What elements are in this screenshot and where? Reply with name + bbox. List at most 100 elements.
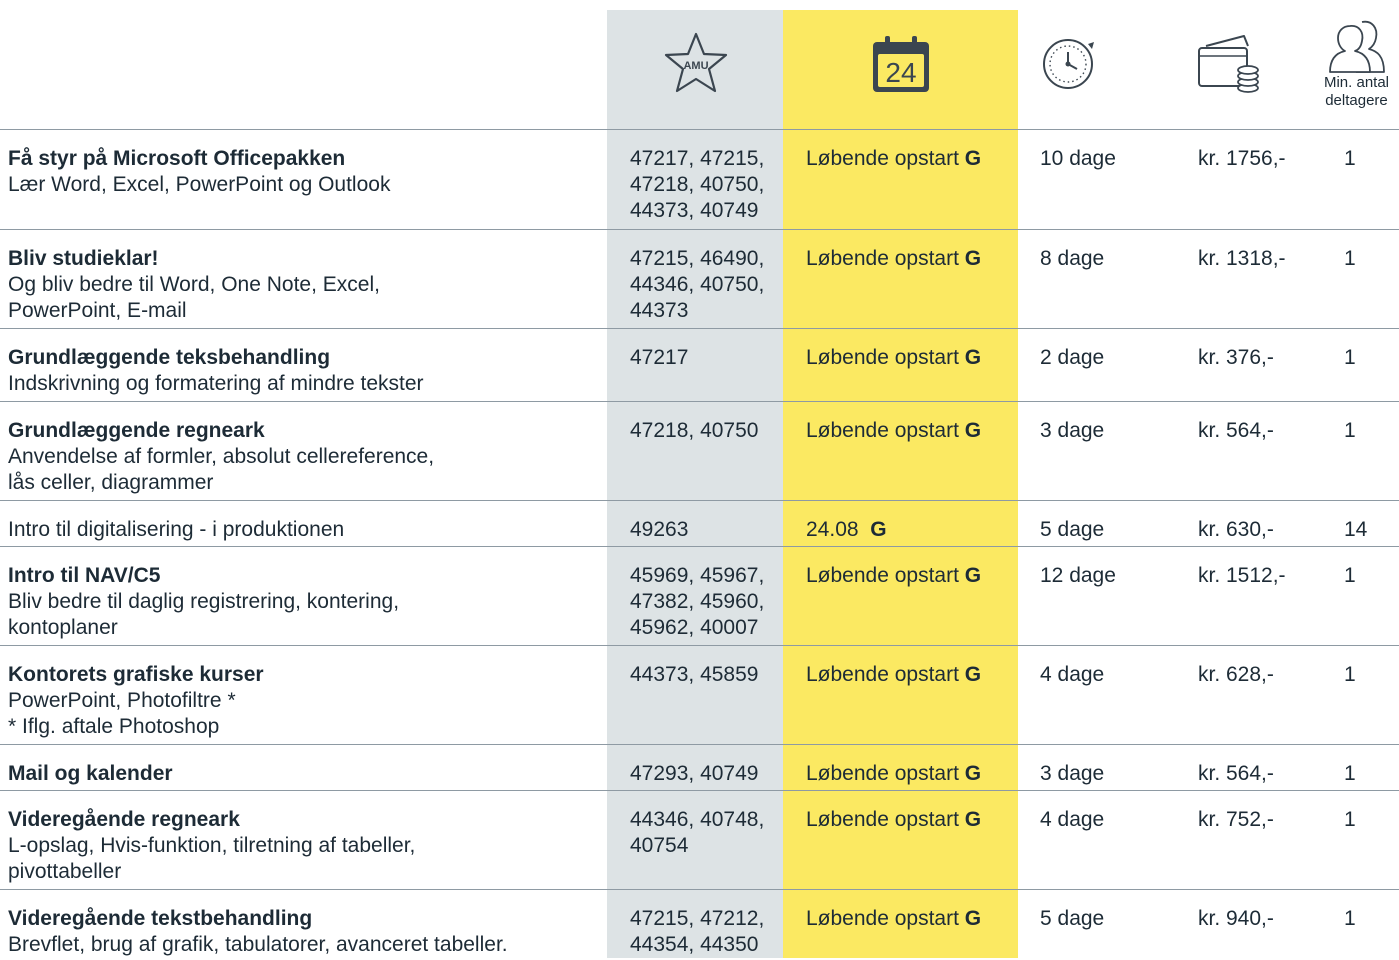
start-date-cell: Løbende opstart G	[806, 418, 1016, 444]
course-description: Brevflet, brug af grafik, tabulatorer, a…	[8, 933, 508, 956]
amu-number-line: 47215, 47212,	[630, 907, 765, 930]
min-participants-cell: 1	[1344, 808, 1356, 831]
amu-number-line: 44354, 44350	[630, 933, 759, 956]
start-text: Løbende opstart	[806, 762, 959, 785]
amu-number-line: 44346, 40748,	[630, 808, 765, 831]
amu-icon-label: AMU	[683, 60, 708, 72]
table-row: Grundlæggende regneark Anvendelse af form…	[0, 401, 1399, 501]
table-row: Intro til NAV/C5 Bliv bedre til daglig re…	[0, 546, 1399, 646]
course-title: Videregående tekstbehandling	[8, 907, 313, 930]
start-flag: G	[964, 564, 982, 587]
course-name-cell: Mail og kalender	[8, 761, 603, 787]
course-description: Lær Word, Excel, PowerPoint og Outlook	[8, 173, 391, 196]
course-description: * Iflg. aftale Photoshop	[8, 715, 220, 738]
amu-number-line: 47215, 46490,	[630, 247, 765, 270]
start-flag: G	[870, 518, 887, 541]
min-participants-cell: 14	[1344, 518, 1368, 541]
course-description: Indskrivning og formatering af mindre te…	[8, 372, 424, 395]
price-cell: kr. 1512,-	[1198, 564, 1286, 587]
start-text: Løbende opstart	[806, 247, 959, 270]
table-row: Grundlæggende teksbehandling Indskrivning…	[0, 328, 1399, 402]
amu-numbers-cell: 44373, 45859	[630, 662, 780, 688]
duration-cell: 5 dage	[1040, 907, 1105, 930]
start-flag: G	[964, 663, 982, 686]
table-row: Kontorets grafiske kurser PowerPoint, Pho…	[0, 645, 1399, 745]
course-title: Mail og kalender	[8, 762, 173, 785]
calendar-icon-number: 24	[885, 57, 916, 88]
table-row: Intro til digitalisering - i produktione…	[0, 500, 1399, 547]
start-text: Løbende opstart	[806, 147, 959, 170]
start-date-cell: 24.08 G	[806, 517, 1016, 543]
course-description: kontoplaner	[8, 616, 118, 639]
start-flag: G	[964, 346, 982, 369]
price-cell: kr. 628,-	[1198, 663, 1274, 686]
min-participants-label: Min. antal deltagere	[1323, 74, 1390, 109]
price-cell: kr. 564,-	[1198, 419, 1274, 442]
course-name-cell: Intro til NAV/C5 Bliv bedre til daglig re…	[8, 563, 603, 641]
amu-numbers-cell: 47215, 47212, 44354, 44350	[630, 906, 780, 958]
amu-number-line: 47218, 40750	[630, 419, 759, 442]
start-date-cell: Løbende opstart G	[806, 146, 1016, 172]
start-text: Løbende opstart	[806, 419, 959, 442]
course-title: Grundlæggende regneark	[8, 419, 265, 442]
course-title: Videregående regneark	[8, 808, 240, 831]
course-name-cell: Kontorets grafiske kurser PowerPoint, Pho…	[8, 662, 603, 740]
price-cell: kr. 564,-	[1198, 762, 1274, 785]
amu-numbers-cell: 45969, 45967, 47382, 45960, 45962, 40007	[630, 563, 780, 641]
table-row: Få styr på Microsoft Officepakken Lær Wor…	[0, 129, 1399, 230]
amu-number-line: 47217, 47215,	[630, 147, 765, 170]
table-row: Bliv studieklar! Og bliv bedre til Word, …	[0, 229, 1399, 329]
amu-number-line: 49263	[630, 518, 689, 541]
table-header: AMU 24 Min. antal deltagere	[0, 0, 1399, 130]
start-date-cell: Løbende opstart G	[806, 807, 1016, 833]
min-participants-cell: 1	[1344, 762, 1356, 785]
amu-numbers-cell: 47293, 40749	[630, 761, 780, 787]
course-description: PowerPoint, E-mail	[8, 299, 187, 322]
amu-number-line: 47217	[630, 346, 689, 369]
course-title: Intro til NAV/C5	[8, 564, 161, 587]
course-description: Og bliv bedre til Word, One Note, Excel,	[8, 273, 380, 296]
amu-number-line: 44373, 40749	[630, 199, 759, 222]
min-participants-cell: 1	[1344, 247, 1356, 270]
amu-number-line: 40754	[630, 834, 689, 857]
start-flag: G	[964, 808, 982, 831]
course-name-cell: Videregående regneark L-opslag, Hvis-funk…	[8, 807, 603, 885]
calendar-icon: 24	[873, 36, 929, 92]
start-text: 24.08	[806, 518, 865, 541]
money-icon	[1198, 35, 1259, 93]
min-participants-cell: 1	[1344, 346, 1356, 369]
amu-number-line: 44373	[630, 299, 689, 322]
start-text: Løbende opstart	[806, 907, 959, 930]
table-row: Videregående tekstbehandling Brevflet, br…	[0, 889, 1399, 960]
table-row: Videregående regneark L-opslag, Hvis-funk…	[0, 790, 1399, 890]
start-date-cell: Løbende opstart G	[806, 563, 1016, 589]
start-flag: G	[964, 419, 982, 442]
amu-numbers-cell: 47215, 46490, 44346, 40750, 44373	[630, 246, 780, 324]
amu-numbers-cell: 49263	[630, 517, 780, 543]
course-title: Kontorets grafiske kurser	[8, 663, 264, 686]
duration-cell: 4 dage	[1040, 808, 1105, 831]
duration-cell: 2 dage	[1040, 346, 1105, 369]
course-description: Intro til digitalisering - i produktione…	[8, 518, 345, 541]
start-flag: G	[964, 762, 982, 785]
amu-number-line: 45962, 40007	[630, 616, 759, 639]
table-row: Mail og kalender 47293, 40749 Løbende opst…	[0, 744, 1399, 791]
start-flag: G	[964, 147, 982, 170]
course-description: pivottabeller	[8, 860, 122, 883]
min-participants-cell: 1	[1344, 907, 1356, 930]
course-name-cell: Intro til digitalisering - i produktione…	[8, 517, 603, 543]
duration-cell: 10 dage	[1040, 147, 1116, 170]
amu-number-line: 47382, 45960,	[630, 590, 765, 613]
course-title: Bliv studieklar!	[8, 247, 159, 270]
amu-number-line: 45969, 45967,	[630, 564, 765, 587]
course-description: PowerPoint, Photofiltre *	[8, 689, 236, 712]
start-date-cell: Løbende opstart G	[806, 246, 1016, 272]
start-date-cell: Løbende opstart G	[806, 761, 1016, 787]
amu-number-line: 47293, 40749	[630, 762, 759, 785]
duration-cell: 3 dage	[1040, 419, 1105, 442]
course-description: Bliv bedre til daglig registrering, kont…	[8, 590, 400, 613]
course-name-cell: Grundlæggende teksbehandling Indskrivning…	[8, 345, 603, 397]
amu-numbers-cell: 44346, 40748, 40754	[630, 807, 780, 859]
min-participants-cell: 1	[1344, 663, 1356, 686]
clock-icon	[1043, 39, 1094, 89]
